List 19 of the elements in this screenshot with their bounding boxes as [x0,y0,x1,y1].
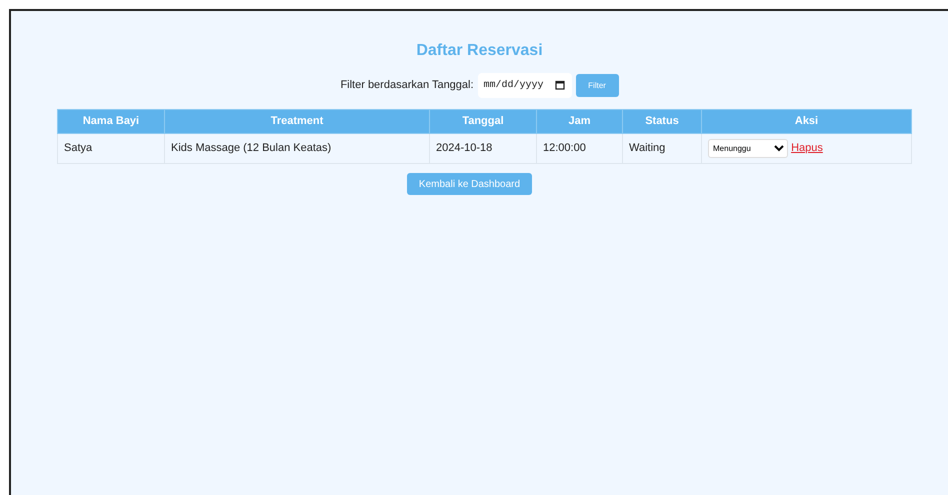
back-button[interactable]: Kembali ke Dashboard [407,173,532,195]
filter-label: Filter berdasarkan Tanggal: [340,78,474,94]
table-cell: Kids Massage (12 Bulan Keatas) [164,134,430,164]
column-header: Status [622,110,702,134]
filter-button[interactable]: Filter [576,74,619,97]
table-cell: 2024-10-18 [430,134,536,164]
page-title: Daftar Reservasi [415,41,544,61]
column-header: Jam [536,110,622,134]
table-cell: 12:00:00 [536,134,622,164]
column-header: Nama Bayi [58,110,164,134]
column-header: Aksi [702,110,912,134]
delete-link[interactable]: Hapus [791,142,823,154]
calendar-icon[interactable] [554,80,565,90]
table-cell: Satya [58,134,164,164]
date-field[interactable]: mm/dd/yyyy [478,73,572,98]
column-header: Tanggal [430,110,536,134]
table-cell: Waiting [622,134,702,164]
column-header: Treatment [164,110,430,134]
status-select[interactable]: Menunggu [708,139,788,158]
